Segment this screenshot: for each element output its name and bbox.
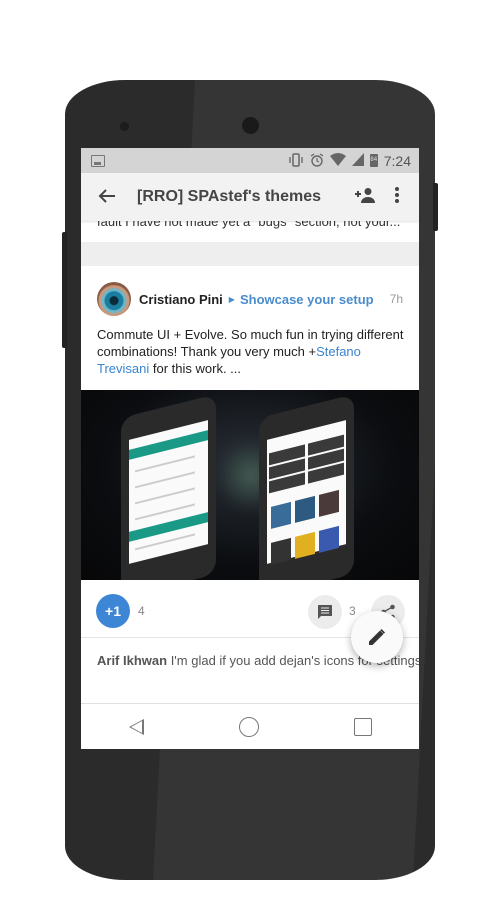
play-arrow-icon: ▶ xyxy=(228,294,235,304)
signal-icon xyxy=(351,153,364,168)
post-text-after: for this work. ... xyxy=(149,361,242,376)
post-body: Commute UI + Evolve. So much fun in tryi… xyxy=(97,326,407,377)
comment-author[interactable]: Arif Ikhwan xyxy=(97,653,167,668)
play-store-phone-mockup xyxy=(259,394,354,580)
post-card[interactable]: Cristiano Pini ▶ Showcase your setup 7h … xyxy=(81,266,419,748)
plus-one-count: 4 xyxy=(138,604,145,618)
avatar[interactable] xyxy=(97,282,131,316)
power-button xyxy=(433,183,438,231)
battery-icon: 84 xyxy=(369,154,378,167)
status-bar: 84 7:24 xyxy=(81,148,419,173)
app-bar: [RRO] SPAstef's themes xyxy=(81,173,419,221)
person-add-icon[interactable] xyxy=(349,187,381,208)
comment-icon xyxy=(318,605,332,619)
vibrate-icon xyxy=(288,152,304,169)
page-title: [RRO] SPAstef's themes xyxy=(137,188,321,205)
navigation-bar xyxy=(81,703,419,749)
edit-pencil-icon xyxy=(369,629,385,645)
image-notification-icon xyxy=(91,154,105,167)
volume-button xyxy=(62,232,67,348)
status-time: 7:24 xyxy=(383,152,411,169)
alarm-icon xyxy=(310,152,324,169)
arrow-back-icon[interactable] xyxy=(83,184,131,210)
nav-home-icon[interactable] xyxy=(238,717,259,737)
compose-fab[interactable] xyxy=(351,611,403,663)
more-vert-icon[interactable] xyxy=(381,186,413,209)
post-age: 7h xyxy=(389,292,403,306)
wifi-icon xyxy=(329,153,346,168)
community-category-link[interactable]: Showcase your setup xyxy=(240,292,374,307)
nav-recents-icon[interactable] xyxy=(353,718,372,736)
phone-screen: 84 7:24 fault I have not made yet a "bug… xyxy=(81,148,419,749)
post-image[interactable] xyxy=(81,390,419,580)
sensor-dot xyxy=(120,122,129,131)
post-author[interactable]: Cristiano Pini xyxy=(139,292,223,307)
comment-button[interactable] xyxy=(308,595,342,629)
front-camera xyxy=(242,117,259,134)
comment-count: 3 xyxy=(349,604,356,618)
nav-back-icon[interactable] xyxy=(128,719,144,735)
plus-one-button[interactable]: +1 xyxy=(96,594,130,628)
settings-phone-mockup xyxy=(121,394,216,580)
post-header: Cristiano Pini ▶ Showcase your setup 7h xyxy=(97,282,403,316)
